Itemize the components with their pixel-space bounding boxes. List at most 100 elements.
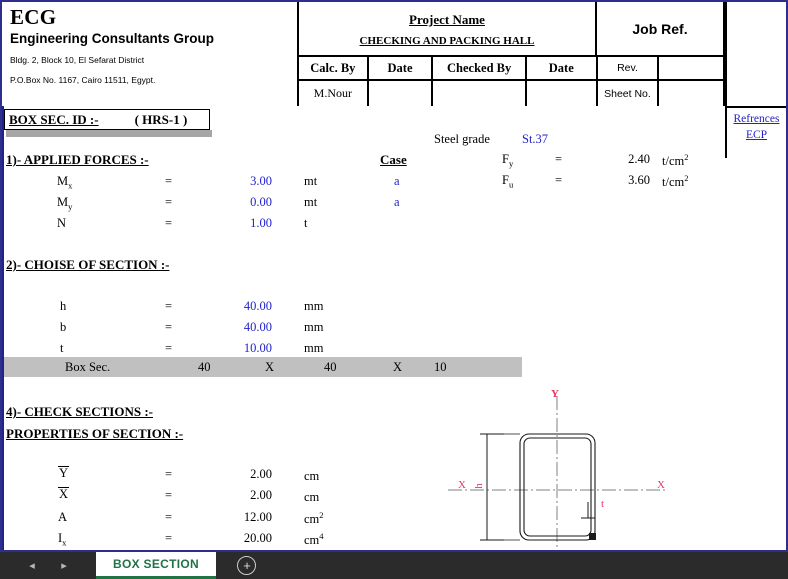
height-label: h bbox=[472, 483, 485, 489]
my-case[interactable]: a bbox=[394, 195, 400, 210]
checked-by-value[interactable] bbox=[433, 81, 527, 106]
box-sec-dim3: 10 bbox=[434, 360, 447, 374]
ybar-value: 2.00 bbox=[250, 467, 272, 481]
fy-value: 2.40 bbox=[628, 152, 650, 166]
corner-fill-marker bbox=[589, 533, 596, 540]
project-info-block: Project Name CHECKING AND PACKING HALL J… bbox=[299, 2, 725, 106]
ix-symbol: Ix bbox=[58, 531, 67, 548]
spreadsheet-canvas: ECG Engineering Consultants Group Bldg. … bbox=[0, 0, 788, 552]
prev-sheet-arrow-icon[interactable]: ◂ bbox=[29, 559, 35, 572]
box-section-drawing bbox=[448, 396, 666, 550]
date-value-1[interactable] bbox=[369, 81, 434, 106]
xbar-value: 2.00 bbox=[250, 488, 272, 502]
n-equals: = bbox=[165, 216, 173, 230]
h-value[interactable]: 40.00 bbox=[220, 299, 272, 314]
xbar-symbol: X bbox=[58, 487, 70, 501]
section-id-label: BOX SEC. ID :- bbox=[9, 111, 99, 127]
mx-case[interactable]: a bbox=[394, 174, 400, 189]
b-unit: mm bbox=[304, 320, 324, 334]
xbar-unit: cm bbox=[304, 490, 320, 505]
section-id-shadow bbox=[6, 130, 212, 137]
my-value[interactable]: 0.00 bbox=[227, 195, 272, 210]
references-ecp-link[interactable]: ECP bbox=[746, 127, 767, 143]
section-id-value: ( HRS-1 ) bbox=[134, 111, 188, 127]
b-value[interactable]: 40.00 bbox=[220, 320, 272, 335]
rev-value[interactable] bbox=[659, 57, 723, 79]
y-axis-label: Y bbox=[551, 388, 559, 400]
box-sec-x2: X bbox=[393, 360, 403, 374]
b-equals: = bbox=[165, 320, 173, 334]
company-address-line1: Bldg. 2, Block 10, El Sefarat District bbox=[10, 55, 145, 65]
date-label-2: Date bbox=[527, 57, 598, 79]
add-sheet-button[interactable]: + bbox=[216, 552, 278, 579]
sheet-no-label: Sheet No. bbox=[598, 81, 660, 106]
fy-equals: = bbox=[555, 152, 563, 166]
sheet-nav-buttons: ◂ ▸ bbox=[0, 552, 96, 579]
project-name-label: Project Name bbox=[409, 12, 485, 27]
fu-value: 3.60 bbox=[628, 173, 650, 187]
ix-equals: = bbox=[165, 531, 173, 545]
n-value[interactable]: 1.00 bbox=[227, 216, 272, 231]
h-unit: mm bbox=[304, 299, 324, 313]
project-name-cell: Project Name CHECKING AND PACKING HALL bbox=[299, 2, 597, 55]
ix-value: 20.00 bbox=[243, 531, 272, 545]
project-row: Project Name CHECKING AND PACKING HALL J… bbox=[299, 2, 723, 57]
box-sec-summary-label: Box Sec. bbox=[65, 360, 111, 374]
project-name-value[interactable]: CHECKING AND PACKING HALL bbox=[360, 35, 535, 47]
calc-by-value[interactable]: M.Nour bbox=[299, 81, 369, 106]
box-section-diagram: Y X X h t bbox=[442, 388, 727, 550]
my-equals: = bbox=[165, 195, 173, 209]
company-block: ECG Engineering Consultants Group Bldg. … bbox=[2, 2, 299, 106]
ybar-unit: cm bbox=[304, 469, 320, 484]
date-value-2[interactable] bbox=[527, 81, 598, 106]
sheet-left-border bbox=[2, 106, 4, 550]
box-sec-dim1: 40 bbox=[198, 360, 211, 374]
fu-unit: t/cm2 bbox=[662, 173, 689, 190]
area-unit: cm2 bbox=[304, 510, 324, 527]
title-block-header: ECG Engineering Consultants Group Bldg. … bbox=[2, 2, 786, 106]
steel-grade-label: Steel grade bbox=[434, 132, 490, 146]
header-values-row: M.Nour Sheet No. bbox=[299, 81, 723, 106]
company-logo-text: ECG bbox=[10, 5, 57, 29]
fu-symbol: Fu bbox=[502, 173, 514, 190]
rev-label: Rev. bbox=[598, 57, 660, 79]
case-header: Case bbox=[380, 152, 407, 167]
header-right-divider bbox=[725, 2, 727, 106]
t-equals: = bbox=[165, 341, 173, 355]
choice-of-section-title: 2)- CHOISE OF SECTION :- bbox=[6, 257, 170, 272]
mx-unit: mt bbox=[304, 174, 318, 188]
thickness-label: t bbox=[601, 498, 605, 510]
fy-unit: t/cm2 bbox=[662, 152, 689, 169]
area-symbol: A bbox=[58, 510, 68, 524]
mx-value[interactable]: 3.00 bbox=[227, 174, 272, 189]
n-unit: t bbox=[304, 216, 308, 230]
n-symbol: N bbox=[57, 216, 67, 230]
company-name: Engineering Consultants Group bbox=[10, 31, 215, 46]
my-unit: mt bbox=[304, 195, 318, 209]
fy-symbol: Fy bbox=[502, 152, 514, 169]
my-symbol: My bbox=[57, 195, 73, 212]
xbar-equals: = bbox=[165, 488, 173, 502]
ybar-symbol: Y bbox=[58, 466, 70, 480]
mx-equals: = bbox=[165, 174, 173, 188]
t-unit: mm bbox=[304, 341, 324, 355]
references-title-link[interactable]: Refrences bbox=[734, 111, 780, 127]
checked-by-label: Checked By bbox=[433, 57, 527, 79]
references-box: Refrences ECP bbox=[725, 106, 786, 158]
next-sheet-arrow-icon[interactable]: ▸ bbox=[61, 559, 67, 572]
sheet-no-value[interactable] bbox=[659, 81, 723, 106]
box-sec-x1: X bbox=[265, 360, 275, 374]
t-value[interactable]: 10.00 bbox=[220, 341, 272, 356]
h-equals: = bbox=[165, 299, 173, 313]
box-sec-dim2: 40 bbox=[324, 360, 337, 374]
date-label-1: Date bbox=[369, 57, 434, 79]
fu-equals: = bbox=[555, 173, 563, 187]
company-address-line2: P.O.Box No. 1167, Cairo 11511, Egypt. bbox=[10, 75, 156, 85]
check-sections-title: 4)- CHECK SECTIONS :- bbox=[6, 404, 153, 419]
sheet-tab-bar: ◂ ▸ BOX SECTION + bbox=[0, 552, 788, 579]
sheet-tab-box-section[interactable]: BOX SECTION bbox=[96, 552, 216, 579]
ybar-equals: = bbox=[165, 467, 173, 481]
plus-icon: + bbox=[237, 556, 257, 575]
steel-grade-value[interactable]: St.37 bbox=[522, 132, 548, 147]
section-id-box[interactable]: BOX SEC. ID :- ( HRS-1 ) bbox=[4, 109, 210, 130]
